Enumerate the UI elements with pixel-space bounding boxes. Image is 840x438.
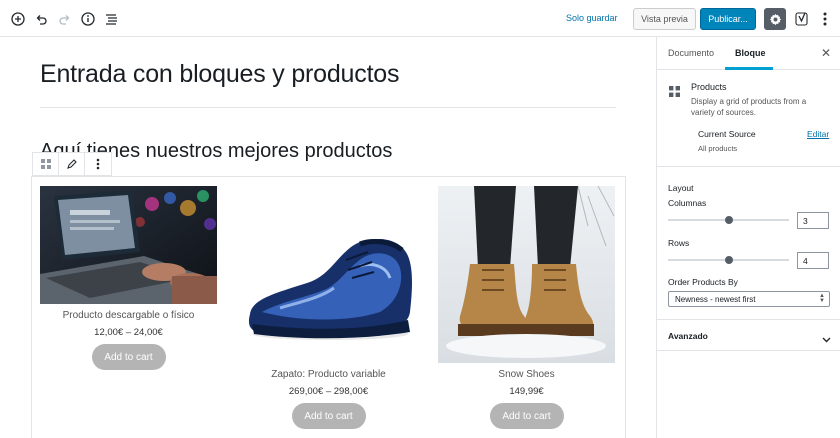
chevron-down-icon[interactable] [822, 330, 831, 348]
sidebar-tabs: Documento Bloque ✕ [657, 37, 840, 70]
block-toolbar [32, 152, 112, 176]
product-card: Producto descargable o físico 12,00€ – 2… [40, 186, 217, 370]
block-type-grid-icon[interactable] [33, 153, 59, 175]
preview-button[interactable]: Vista previa [633, 8, 696, 30]
product-price: 269,00€ – 298,00€ [288, 386, 369, 397]
columns-input[interactable]: 3 [797, 212, 829, 229]
product-price: 149,99€ [509, 386, 544, 397]
product-name[interactable]: Producto descargable o físico [40, 310, 217, 321]
product-name[interactable]: Snow Shoes [438, 369, 615, 380]
publish-button[interactable]: Publicar... [700, 8, 756, 30]
block-type-grid-icon [669, 84, 681, 97]
more-options-icon[interactable] [85, 153, 111, 175]
active-tab-indicator [725, 67, 773, 70]
info-icon[interactable] [78, 9, 98, 29]
editor-toolbar: Solo guardar Vista previa Publicar... [0, 0, 840, 37]
current-source-value: All products [698, 144, 738, 153]
block-card: Products Display a grid of products from… [657, 71, 840, 167]
edit-source-link[interactable]: Editar [807, 129, 829, 139]
add-to-cart-button[interactable]: Add to cart [291, 403, 366, 429]
undo-icon[interactable] [31, 9, 51, 29]
product-card: Snow Shoes 149,99€ Add to cart [438, 186, 615, 429]
settings-sidebar: Documento Bloque ✕ Products Display a gr… [656, 37, 840, 438]
add-to-cart-button[interactable]: Add to cart [91, 344, 166, 370]
rows-input[interactable]: 4 [797, 252, 829, 269]
order-label: Order Products By [668, 277, 738, 287]
add-to-cart-button[interactable]: Add to cart [489, 403, 564, 429]
layout-heading: Layout [668, 183, 694, 193]
columns-label: Columnas [668, 198, 707, 208]
title-divider [40, 107, 616, 108]
current-source-label: Current Source [698, 129, 756, 139]
yoast-icon[interactable] [793, 9, 811, 29]
laptop-photo[interactable] [40, 186, 217, 304]
select-arrows-icon: ▲ ▼ [819, 293, 825, 304]
rows-label: Rows [668, 238, 690, 248]
gear-icon[interactable] [764, 8, 786, 30]
product-name[interactable]: Zapato: Producto variable [240, 369, 417, 380]
product-price: 12,00€ – 24,00€ [94, 327, 163, 338]
tab-document[interactable]: Documento [668, 48, 714, 58]
snow-boots-photo[interactable] [438, 186, 615, 363]
save-draft-button[interactable]: Solo guardar [566, 13, 618, 23]
order-select-value: Newness - newest first [675, 294, 756, 304]
pencil-icon[interactable] [59, 153, 85, 175]
block-title: Products [691, 82, 727, 92]
post-title[interactable]: Entrada con bloques y productos [40, 60, 400, 89]
order-select[interactable]: Newness - newest first ▲ ▼ [668, 291, 830, 307]
divider [657, 319, 840, 320]
rows-slider[interactable] [668, 256, 789, 264]
advanced-panel-toggle[interactable]: Avanzado [668, 331, 708, 341]
divider [657, 350, 840, 351]
product-card: Zapato: Producto variable 269,00€ – 298,… [240, 186, 417, 429]
columns-slider[interactable] [668, 216, 789, 224]
blue-shoe-photo[interactable] [240, 186, 417, 363]
redo-icon[interactable] [54, 9, 74, 29]
block-description: Display a grid of products from a variet… [691, 97, 807, 117]
rows-slider-thumb[interactable] [724, 256, 733, 264]
close-icon[interactable]: ✕ [821, 46, 831, 60]
tab-block[interactable]: Bloque [735, 48, 766, 58]
more-vertical-icon[interactable] [817, 9, 833, 29]
list-view-icon[interactable] [101, 9, 121, 29]
add-block-icon[interactable] [8, 9, 28, 29]
columns-slider-thumb[interactable] [724, 216, 733, 224]
